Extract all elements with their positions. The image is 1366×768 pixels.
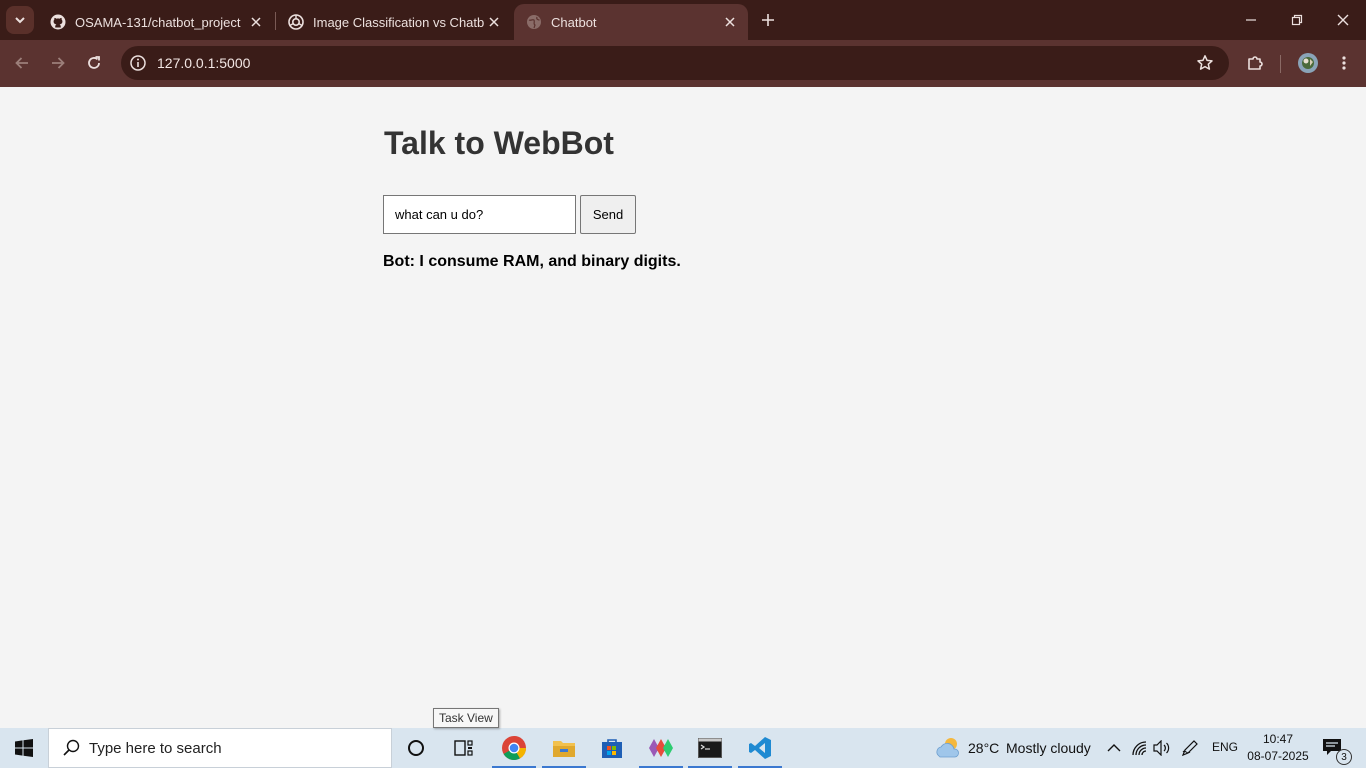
globe-icon [526, 14, 542, 30]
tab-title: Image Classification vs Chatbot [313, 14, 484, 30]
chrome-icon [502, 736, 526, 761]
avatar-icon [1298, 53, 1318, 73]
notification-count-badge: 3 [1336, 749, 1352, 765]
cortana-circle-icon [408, 740, 424, 756]
volume-icon[interactable] [1152, 738, 1172, 758]
chevron-up-icon [1107, 744, 1121, 752]
taskbar-terminal[interactable] [686, 728, 734, 768]
close-tab-icon[interactable] [720, 12, 740, 32]
url-text: 127.0.0.1:5000 [157, 55, 251, 71]
close-icon [1337, 14, 1349, 26]
show-hidden-icons-button[interactable] [1104, 738, 1124, 758]
close-tab-icon[interactable] [484, 12, 504, 32]
forward-button[interactable] [44, 49, 72, 77]
pen-workspace-icon[interactable] [1180, 738, 1200, 758]
clock-date: 08-07-2025 [1247, 749, 1309, 763]
weather-description[interactable]: Mostly cloudy [1006, 740, 1091, 756]
task-view-icon [454, 740, 473, 756]
site-info-icon[interactable] [129, 54, 147, 72]
bot-reply: Bot: I consume RAM, and binary digits. [383, 253, 681, 270]
message-input[interactable] [383, 195, 576, 234]
puzzle-icon [1248, 56, 1263, 70]
browser-menu-button[interactable] [1330, 49, 1358, 77]
tab-github[interactable]: OSAMA-131/chatbot_project [38, 4, 274, 40]
terminal-icon [698, 738, 722, 758]
taskbar-file-explorer[interactable] [540, 728, 588, 768]
clock-time: 10:47 [1262, 732, 1294, 746]
cortana-button[interactable] [392, 728, 440, 768]
chevron-down-icon [15, 17, 25, 24]
start-button[interactable] [0, 728, 48, 768]
task-view-button[interactable] [440, 728, 488, 768]
weather-temp[interactable]: 28°C [968, 740, 999, 756]
weather-icon[interactable] [934, 736, 962, 760]
tab-title: OSAMA-131/chatbot_project [75, 14, 241, 30]
plus-icon [762, 14, 774, 26]
close-window-button[interactable] [1320, 0, 1366, 40]
profile-avatar[interactable] [1294, 49, 1322, 77]
back-button[interactable] [8, 49, 36, 77]
page-content: Talk to WebBot Send Bot: I consume RAM, … [0, 87, 1366, 728]
address-bar[interactable]: 127.0.0.1:5000 [121, 46, 1229, 80]
taskbar-chrome[interactable] [490, 728, 538, 768]
restore-button[interactable] [1274, 0, 1320, 40]
extensions-button[interactable] [1241, 49, 1269, 77]
git-diamond-icon [649, 739, 673, 757]
browser-tabstrip: OSAMA-131/chatbot_project Image Classifi… [0, 0, 1366, 40]
taskbar: Type here to search 28°C Mostly cloudy E… [0, 728, 1366, 768]
restore-icon [1291, 14, 1303, 26]
arrow-right-icon [52, 57, 65, 69]
store-icon [602, 739, 622, 758]
taskbar-clock[interactable]: 10:47 08-07-2025 [1240, 731, 1316, 765]
folder-icon [553, 741, 575, 757]
more-vertical-icon [1342, 56, 1346, 70]
search-placeholder: Type here to search [89, 739, 222, 757]
tab-image-classification[interactable]: Image Classification vs Chatbot [276, 4, 512, 40]
network-icon[interactable] [1130, 738, 1150, 758]
reload-icon [88, 56, 100, 69]
bookmark-star-icon[interactable] [1196, 54, 1214, 72]
new-tab-button[interactable] [756, 8, 780, 32]
task-view-tooltip: Task View [433, 708, 499, 728]
search-icon [63, 739, 80, 756]
reload-button[interactable] [80, 49, 108, 77]
tab-search-button[interactable] [6, 6, 34, 34]
close-tab-icon[interactable] [246, 12, 266, 32]
browser-toolbar: 127.0.0.1:5000 [0, 40, 1366, 87]
page-title: Talk to WebBot [384, 125, 614, 161]
input-language[interactable]: ENG [1212, 740, 1238, 754]
openai-icon [288, 14, 304, 30]
minimize-button[interactable] [1228, 0, 1274, 40]
minimize-icon [1246, 19, 1256, 21]
tab-title: Chatbot [551, 14, 597, 30]
taskbar-search-box[interactable]: Type here to search [48, 728, 392, 768]
action-center-button[interactable]: 3 [1322, 738, 1352, 765]
github-icon [50, 14, 66, 30]
vscode-icon [749, 737, 771, 759]
windows-logo-icon [15, 739, 33, 757]
taskbar-store[interactable] [588, 728, 636, 768]
send-button[interactable]: Send [580, 195, 636, 234]
arrow-left-icon [15, 57, 28, 69]
tab-chatbot[interactable]: Chatbot [514, 4, 748, 40]
toolbar-divider [1280, 55, 1281, 73]
taskbar-vscode[interactable] [736, 728, 784, 768]
taskbar-git-gui[interactable] [637, 728, 685, 768]
